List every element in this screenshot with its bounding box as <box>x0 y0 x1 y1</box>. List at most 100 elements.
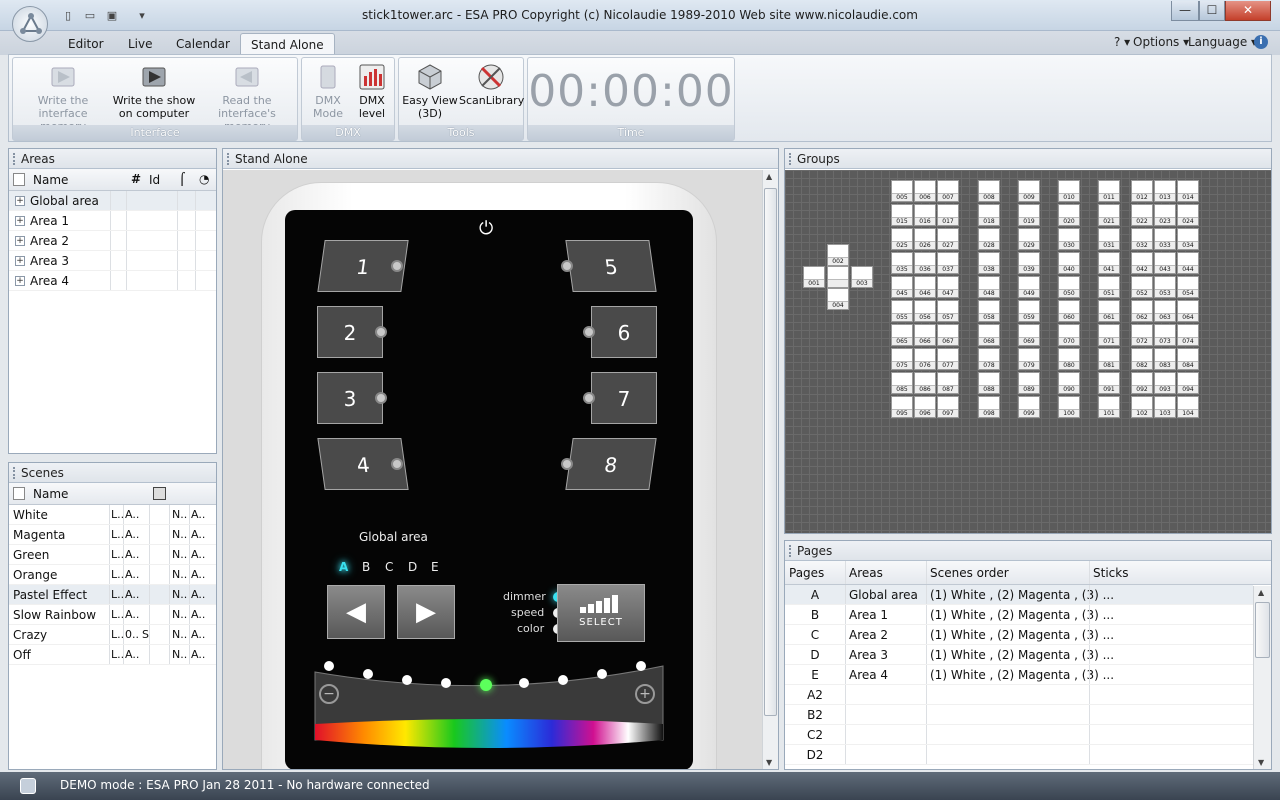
group-cell[interactable]: 091 <box>1098 372 1120 394</box>
power-icon[interactable]: ⏻ <box>479 218 493 239</box>
dmx-mode-button[interactable]: DMX Mode <box>306 62 350 120</box>
scroll-up-icon[interactable]: ▲ <box>1258 588 1264 597</box>
group-cell[interactable]: 001 <box>803 266 825 288</box>
area-row[interactable]: + Area 2 <box>9 231 216 251</box>
areas-col-name[interactable]: Name <box>33 173 68 187</box>
open-folder-icon[interactable]: ▭ <box>82 9 98 23</box>
group-cell[interactable]: 066 <box>914 324 936 346</box>
group-cell[interactable]: 075 <box>891 348 913 370</box>
group-cell[interactable]: 021 <box>1098 204 1120 226</box>
page-letter-a[interactable]: A <box>339 560 348 574</box>
group-cell[interactable]: 046 <box>914 276 936 298</box>
write-interface-memory-button[interactable]: Write the interface memory <box>17 62 109 133</box>
group-cell[interactable]: 099 <box>1018 396 1040 418</box>
group-cell[interactable]: 006 <box>914 180 936 202</box>
areas-col-id[interactable]: Id <box>149 173 160 187</box>
group-cell[interactable]: 012 <box>1131 180 1153 202</box>
scenes-col-name[interactable]: Name <box>33 487 68 501</box>
scene-row[interactable]: White L.. A.. N.. A.. <box>9 505 216 525</box>
group-cell[interactable]: 023 <box>1154 204 1176 226</box>
group-cell[interactable]: 045 <box>891 276 913 298</box>
page-row[interactable]: A Global area (1) White , (2) Magenta , (3… <box>785 585 1253 605</box>
maximize-button[interactable]: ☐ <box>1199 1 1225 21</box>
group-cell[interactable]: 022 <box>1131 204 1153 226</box>
tab-calendar[interactable]: Calendar <box>166 33 240 55</box>
page-letter-d[interactable]: D <box>408 560 417 574</box>
group-cell[interactable]: 087 <box>937 372 959 394</box>
group-cell[interactable]: 037 <box>937 252 959 274</box>
new-file-icon[interactable]: ▯ <box>60 9 76 23</box>
group-cell[interactable]: 028 <box>978 228 1000 250</box>
group-cell[interactable]: 069 <box>1018 324 1040 346</box>
group-cell[interactable]: 011 <box>1098 180 1120 202</box>
group-cell[interactable]: 035 <box>891 252 913 274</box>
page-row[interactable]: D Area 3 (1) White , (2) Magenta , (3) ... <box>785 645 1253 665</box>
language-menu[interactable]: Language ▾ <box>1188 35 1257 49</box>
group-cell[interactable]: 104 <box>1177 396 1199 418</box>
close-button[interactable]: ✕ <box>1225 1 1271 21</box>
group-cell[interactable]: 052 <box>1131 276 1153 298</box>
group-cell[interactable]: 044 <box>1177 252 1199 274</box>
page-letter-e[interactable]: E <box>431 560 439 574</box>
stop-icon[interactable] <box>153 487 166 500</box>
group-cell[interactable]: 004 <box>827 288 849 310</box>
areas-col-hash[interactable]: # <box>131 172 141 186</box>
group-cell[interactable]: 043 <box>1154 252 1176 274</box>
group-cell[interactable]: 055 <box>891 300 913 322</box>
help-menu[interactable]: ? ▾ <box>1114 35 1130 49</box>
group-cell[interactable]: 057 <box>937 300 959 322</box>
group-cell[interactable]: 083 <box>1154 348 1176 370</box>
page-row[interactable]: B Area 1 (1) White , (2) Magenta , (3) ... <box>785 605 1253 625</box>
page-row[interactable]: A2 <box>785 685 1253 705</box>
curve-icon[interactable]: ⌠ <box>179 172 185 186</box>
group-cell[interactable]: 051 <box>1098 276 1120 298</box>
dmx-level-button[interactable]: DMX level <box>350 62 394 120</box>
pages-col-pages[interactable]: Pages <box>789 566 824 580</box>
scanlibrary-button[interactable]: ScanLibrary <box>459 62 524 107</box>
group-cell[interactable]: 050 <box>1058 276 1080 298</box>
group-cell[interactable]: 003 <box>851 266 873 288</box>
pages-scrollbar[interactable]: ▲ ▼ <box>1253 586 1271 769</box>
group-cell[interactable]: 089 <box>1018 372 1040 394</box>
group-cell[interactable]: 067 <box>937 324 959 346</box>
group-cell[interactable]: 070 <box>1058 324 1080 346</box>
group-cell[interactable]: 090 <box>1058 372 1080 394</box>
scroll-down-icon[interactable]: ▼ <box>766 758 772 767</box>
group-cell[interactable]: 077 <box>937 348 959 370</box>
group-cell[interactable]: 093 <box>1154 372 1176 394</box>
group-cell[interactable]: 088 <box>978 372 1000 394</box>
group-cell[interactable]: 008 <box>978 180 1000 202</box>
group-cell[interactable]: 061 <box>1098 300 1120 322</box>
expand-icon[interactable]: + <box>15 236 25 246</box>
area-row[interactable]: + Global area <box>9 191 216 211</box>
group-cell[interactable]: 078 <box>978 348 1000 370</box>
group-cell[interactable]: 092 <box>1131 372 1153 394</box>
tab-live[interactable]: Live <box>118 33 163 55</box>
scene-row[interactable]: Off L.. A.. N.. A.. <box>9 645 216 665</box>
expand-icon[interactable]: + <box>15 276 25 286</box>
group-cell[interactable]: 020 <box>1058 204 1080 226</box>
area-row[interactable]: + Area 4 <box>9 271 216 291</box>
scene-row[interactable]: Magenta L.. A.. N.. A.. <box>9 525 216 545</box>
next-button[interactable]: ▶ <box>397 585 455 639</box>
group-cell[interactable]: 039 <box>1018 252 1040 274</box>
group-cell[interactable]: 030 <box>1058 228 1080 250</box>
group-cell[interactable]: 059 <box>1018 300 1040 322</box>
group-cell[interactable]: 079 <box>1018 348 1040 370</box>
pages-col-scenes-order[interactable]: Scenes order <box>930 566 1009 580</box>
page-letter-c[interactable]: C <box>385 560 393 574</box>
group-cell[interactable]: 054 <box>1177 276 1199 298</box>
group-cell[interactable]: 073 <box>1154 324 1176 346</box>
scene-row[interactable]: Orange L.. A.. N.. A.. <box>9 565 216 585</box>
group-cell[interactable]: 053 <box>1154 276 1176 298</box>
page-row[interactable]: C2 <box>785 725 1253 745</box>
group-cell[interactable]: 041 <box>1098 252 1120 274</box>
group-cell[interactable]: 103 <box>1154 396 1176 418</box>
page-row[interactable]: B2 <box>785 705 1253 725</box>
save-icon[interactable]: ▣ <box>104 9 120 23</box>
group-cell[interactable]: 100 <box>1058 396 1080 418</box>
group-cell[interactable]: 085 <box>891 372 913 394</box>
stand-alone-scroll-thumb[interactable] <box>764 188 777 716</box>
group-cell[interactable]: 010 <box>1058 180 1080 202</box>
minus-button[interactable]: − <box>319 684 339 704</box>
